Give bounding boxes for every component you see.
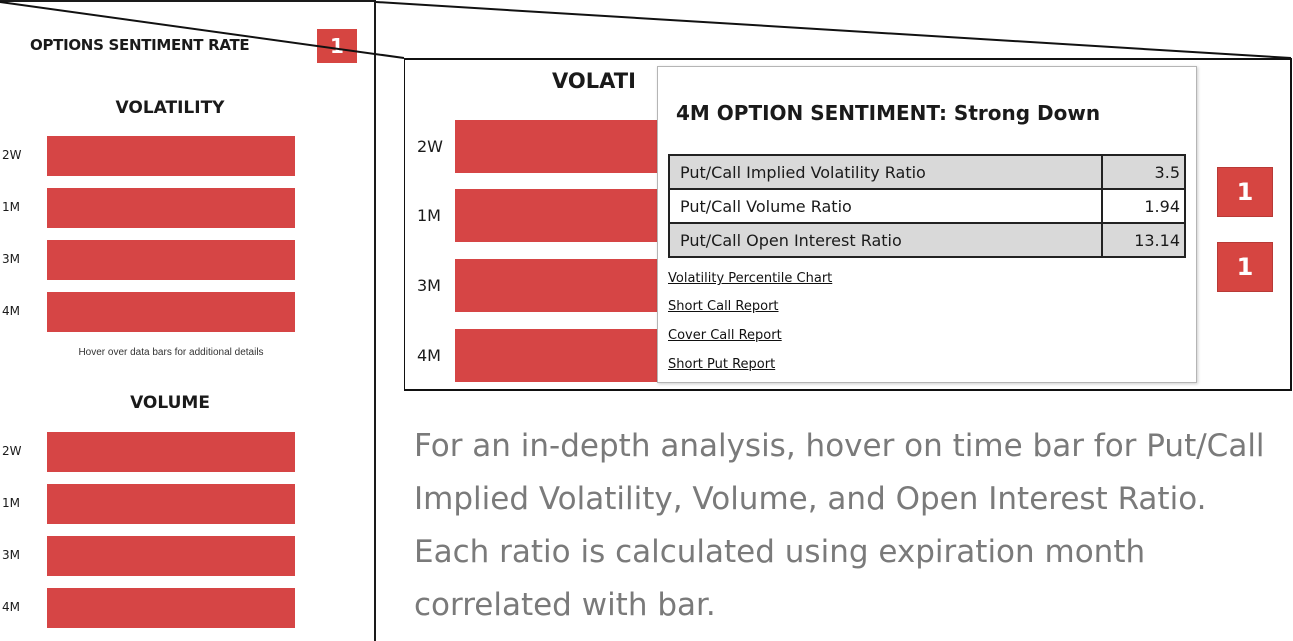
zoomed-badge: 1 bbox=[1217, 167, 1273, 217]
volatility-bar-row[interactable]: 3M bbox=[0, 240, 300, 280]
volume-bar-row[interactable]: 2W bbox=[0, 432, 300, 472]
volume-bar-3m[interactable] bbox=[47, 536, 295, 576]
bar-label: 3M bbox=[2, 252, 20, 266]
hover-hint: Hover over data bars for additional deta… bbox=[78, 347, 264, 358]
volatility-bar-row[interactable]: 4M bbox=[0, 292, 300, 332]
ratio-value: 3.5 bbox=[1101, 154, 1186, 190]
table-row: Put/Call Open Interest Ratio 13.14 bbox=[668, 222, 1186, 258]
sentiment-rate-badge: 1 bbox=[317, 29, 357, 63]
bar-label: 4M bbox=[2, 600, 20, 614]
bar-label: 3M bbox=[417, 276, 441, 295]
option-sentiment-tooltip: 4M OPTION SENTIMENT: Strong Down Put/Cal… bbox=[657, 66, 1197, 383]
ratio-value: 13.14 bbox=[1101, 222, 1186, 258]
zoomed-badge: 1 bbox=[1217, 242, 1273, 292]
volatility-heading: VOLATILITY bbox=[115, 98, 225, 118]
bar-label: 2W bbox=[2, 444, 22, 458]
volatility-bar-row[interactable]: 1M bbox=[0, 188, 300, 228]
explanation-caption: For an in-depth analysis, hover on time … bbox=[414, 428, 1265, 623]
zoomed-volatility-heading: VOLATI bbox=[552, 69, 636, 93]
bar-label: 4M bbox=[417, 346, 441, 365]
volume-bar-1m[interactable] bbox=[47, 484, 295, 524]
ratio-label: Put/Call Volume Ratio bbox=[668, 188, 1103, 224]
widget-title: OPTIONS SENTIMENT RATE bbox=[30, 36, 250, 54]
volatility-bar-3m[interactable] bbox=[47, 240, 295, 280]
ratio-value: 1.94 bbox=[1101, 188, 1186, 224]
bar-label: 2W bbox=[417, 137, 443, 156]
short-put-report-link[interactable]: Short Put Report bbox=[668, 357, 775, 372]
bar-label: 1M bbox=[2, 496, 20, 510]
ratio-label: Put/Call Open Interest Ratio bbox=[668, 222, 1103, 258]
volatility-percentile-chart-link[interactable]: Volatility Percentile Chart bbox=[668, 271, 832, 286]
volume-bar-4m[interactable] bbox=[47, 588, 295, 628]
volatility-bar-4m[interactable] bbox=[47, 292, 295, 332]
options-sentiment-widget: OPTIONS SENTIMENT RATE 1 VOLATILITY 2W 1… bbox=[0, 0, 376, 641]
volume-bar-2w[interactable] bbox=[47, 432, 295, 472]
table-row: Put/Call Implied Volatility Ratio 3.5 bbox=[668, 154, 1186, 190]
volume-bar-row[interactable]: 3M bbox=[0, 536, 300, 576]
volatility-bar-2w[interactable] bbox=[47, 136, 295, 176]
bar-label: 1M bbox=[417, 206, 441, 225]
volatility-bar-row[interactable]: 2W bbox=[0, 136, 300, 176]
volume-bar-row[interactable]: 1M bbox=[0, 484, 300, 524]
short-call-report-link[interactable]: Short Call Report bbox=[668, 299, 779, 314]
bar-label: 3M bbox=[2, 548, 20, 562]
table-row: Put/Call Volume Ratio 1.94 bbox=[668, 188, 1186, 224]
volatility-bar-1m[interactable] bbox=[47, 188, 295, 228]
volume-heading: VOLUME bbox=[130, 393, 210, 413]
volume-bar-row[interactable]: 4M bbox=[0, 588, 300, 628]
bar-label: 2W bbox=[2, 148, 22, 162]
connector-line-right bbox=[375, 1, 1292, 59]
ratio-label: Put/Call Implied Volatility Ratio bbox=[668, 154, 1103, 190]
tooltip-title: 4M OPTION SENTIMENT: Strong Down bbox=[676, 101, 1101, 125]
bar-label: 4M bbox=[2, 304, 20, 318]
ratio-table: Put/Call Implied Volatility Ratio 3.5 Pu… bbox=[668, 154, 1186, 258]
bar-label: 1M bbox=[2, 200, 20, 214]
cover-call-report-link[interactable]: Cover Call Report bbox=[668, 328, 782, 343]
